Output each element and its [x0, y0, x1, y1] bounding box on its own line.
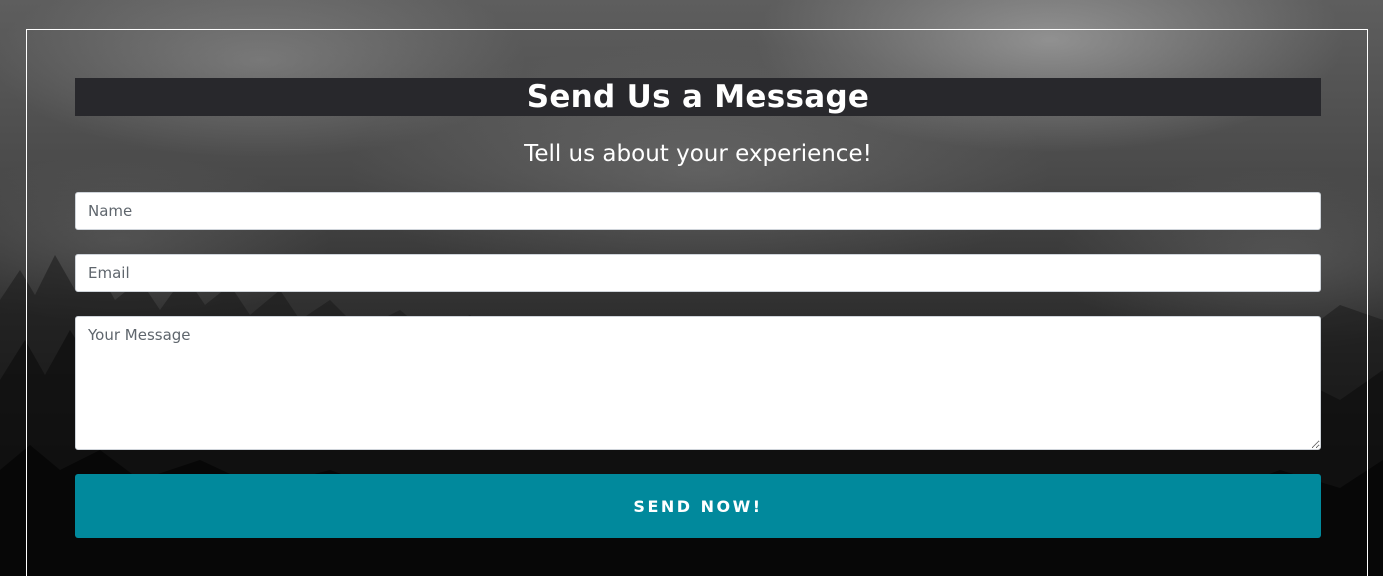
send-now-button[interactable]: SEND NOW! — [75, 474, 1321, 538]
name-input[interactable] — [75, 192, 1321, 230]
title-bar: Send Us a Message — [75, 78, 1321, 116]
form-subtitle: Tell us about your experience! — [524, 141, 872, 167]
form-title: Send Us a Message — [526, 79, 870, 115]
contact-section: Send Us a Message Tell us about your exp… — [0, 0, 1383, 576]
message-textarea[interactable] — [75, 316, 1321, 450]
email-input[interactable] — [75, 254, 1321, 292]
